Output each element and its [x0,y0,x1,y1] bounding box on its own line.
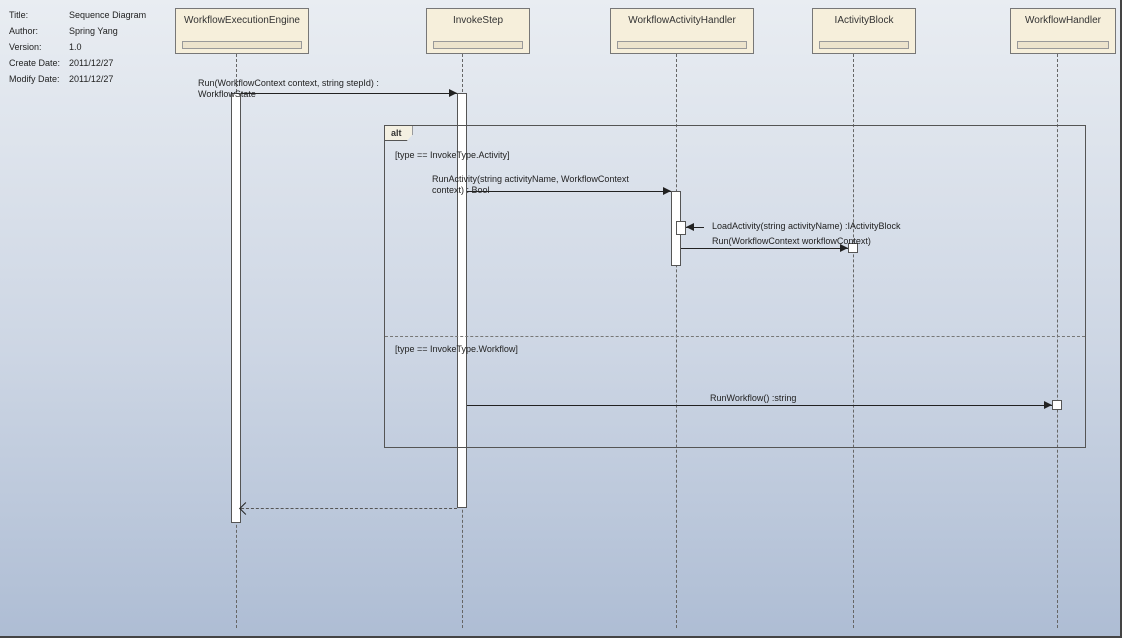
lifeline-label: WorkflowExecutionEngine [184,15,300,26]
fragment-guard-1: [type == InvokeType.Activity] [395,150,510,160]
return-message[interactable] [241,508,457,509]
meta-label-version: Version: [8,40,66,54]
meta-label-title: Title: [8,8,66,22]
message-label-run: Run(WorkflowContext context, string step… [198,78,438,100]
arrow-icon [449,89,457,97]
lifeline-head-iactivity-block[interactable]: IActivityBlock [812,8,916,54]
arrow-icon [1044,401,1052,409]
message-label-load-activity: LoadActivity(string activityName) :IActi… [712,221,901,231]
meta-label-author: Author: [8,24,66,38]
arrow-icon [686,223,694,231]
fragment-operator: alt [384,125,413,141]
activation-workflow-execution-engine [231,93,241,523]
diagram-metadata: Title: Sequence Diagram Author: Spring Y… [6,6,149,88]
meta-value-title: Sequence Diagram [68,8,147,22]
fragment-guard-2: [type == InvokeType.Workflow] [395,344,518,354]
lifeline-label: WorkflowActivityHandler [628,15,736,26]
message-label-run-workflow: RunWorkflow() :string [710,393,796,403]
lifeline-label: IActivityBlock [835,15,894,26]
meta-label-create-date: Create Date: [8,56,66,70]
lifeline-label: InvokeStep [453,15,503,26]
message-run-context[interactable] [681,248,848,249]
message-label-run-context: Run(WorkflowContext workflowContext) [712,236,871,246]
message-run-workflow[interactable] [467,405,1052,406]
lifeline-head-workflow-execution-engine[interactable]: WorkflowExecutionEngine [175,8,309,54]
lifeline-label: WorkflowHandler [1025,15,1101,26]
meta-value-create-date: 2011/12/27 [68,56,147,70]
meta-value-author: Spring Yang [68,24,147,38]
meta-value-version: 1.0 [68,40,147,54]
arrow-open-icon [239,502,252,515]
lifeline-head-invoke-step[interactable]: InvokeStep [426,8,530,54]
fragment-divider [385,336,1085,337]
arrow-icon [663,187,671,195]
message-label-run-activity: RunActivity(string activityName, Workflo… [432,174,662,196]
meta-label-modify-date: Modify Date: [8,72,66,86]
lifeline-head-workflow-activity-handler[interactable]: WorkflowActivityHandler [610,8,754,54]
lifeline-head-workflow-handler[interactable]: WorkflowHandler [1010,8,1116,54]
self-activation-load-activity [676,221,686,235]
meta-value-modify-date: 2011/12/27 [68,72,147,86]
sequence-diagram-canvas: Title: Sequence Diagram Author: Spring Y… [0,0,1122,638]
activation-workflow-handler [1052,400,1062,410]
